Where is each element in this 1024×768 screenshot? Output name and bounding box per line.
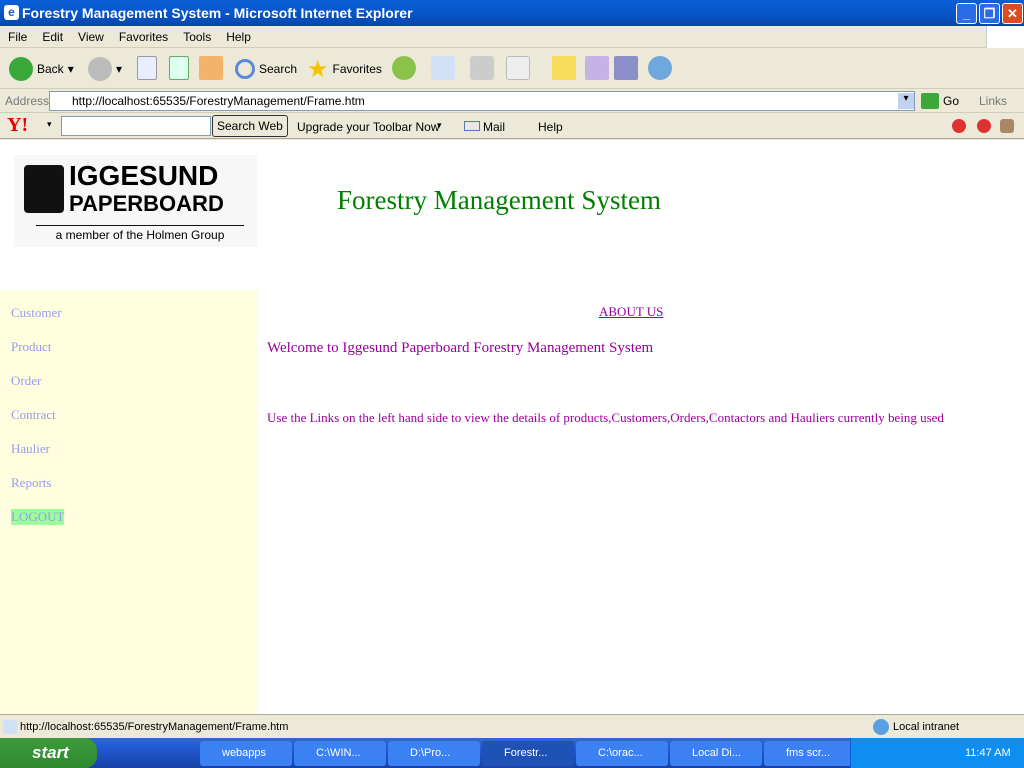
stop-icon[interactable] [137,56,157,80]
task-local-disk[interactable]: Local Di... [670,741,762,766]
task-fms-screens[interactable]: fms scr... [764,741,856,766]
mail-icon[interactable] [431,56,455,80]
start-button[interactable]: start [0,738,97,768]
messenger-icon[interactable] [648,56,672,80]
forward-button[interactable]: ▾ [88,56,122,82]
instructions-text: Use the Links on the left hand side to v… [267,410,944,425]
welcome-text: Welcome to Iggesund Paperboard Forestry … [267,340,654,356]
window-title: Forestry Management System - Microsoft I… [22,5,413,21]
restore-button[interactable]: ❐ [979,3,1000,24]
standard-toolbar: Back ▾ ▾ Search ★ Favorites [0,48,1024,89]
clock[interactable]: 11:47 AM [965,747,1011,759]
menu-edit[interactable]: Edit [34,26,70,44]
antispy-icon[interactable] [1000,119,1014,133]
sidebar-nav: Customer Product Order Contract Haulier … [0,290,258,714]
menu-help[interactable]: Help [218,26,258,44]
ie-icon: e [4,5,19,20]
refresh-icon[interactable] [169,56,189,80]
onenote-icon[interactable] [585,56,609,80]
task-cmd-windows[interactable]: C:\WIN... [294,741,386,766]
yahoo-help-button[interactable]: Help [538,120,563,134]
address-input[interactable]: http://localhost:65535/ForestryManagemen… [49,91,915,111]
nav-product[interactable]: Product [11,339,51,355]
note-icon[interactable] [552,56,576,80]
edit-icon[interactable] [506,56,530,80]
task-forestry-ie[interactable]: Forestr... [482,741,574,766]
windows-logo-icon [986,26,1024,48]
history-icon[interactable] [392,56,416,80]
search-web-button[interactable]: Search Web [212,115,288,137]
links-button[interactable]: Links [979,94,1007,108]
yahoo-toolbar: Y! ▾ Search Web Upgrade your Toolbar Now… [0,113,1024,139]
yahoo-logo[interactable]: Y! [7,114,28,137]
back-arrow-icon [9,57,33,81]
upgrade-toolbar-button[interactable]: Upgrade your Toolbar Now [297,120,440,134]
intranet-icon [873,719,889,735]
task-d-pro[interactable]: D:\Pro... [388,741,480,766]
print-icon[interactable] [470,56,494,80]
task-webapps[interactable]: webapps [200,741,292,766]
mail-envelope-icon [464,121,480,131]
close-button[interactable]: ✕ [1002,3,1023,24]
favorites-button[interactable]: ★ Favorites [307,55,382,83]
page-content: IGGESUND PAPERBOARD a member of the Holm… [0,140,1024,714]
go-arrow-icon[interactable] [921,93,939,109]
nav-contract[interactable]: Contract [11,407,56,423]
nav-haulier[interactable]: Haulier [11,441,50,457]
back-button[interactable]: Back ▾ [9,56,74,82]
nav-customer[interactable]: Customer [11,305,62,321]
taskbar: start webapps C:\WIN... D:\Pro... Forest… [0,738,1024,768]
menu-favorites[interactable]: Favorites [111,26,175,44]
nav-order[interactable]: Order [11,373,41,389]
search-icon [235,59,255,79]
minimize-button[interactable]: _ [956,3,977,24]
search-button[interactable]: Search [235,56,297,82]
crown-emblem-icon [24,165,64,213]
iggesund-logo: IGGESUND PAPERBOARD a member of the Holm… [14,155,257,247]
home-icon[interactable] [199,56,223,80]
zone-label: Local intranet [893,721,960,733]
menu-file[interactable]: File [0,26,34,44]
go-button[interactable]: Go [943,94,959,108]
status-bar: http://localhost:65535/ForestryManagemen… [0,714,1024,738]
page-icon [3,720,17,734]
forward-arrow-icon [88,57,112,81]
menu-bar: File Edit View Favorites Tools Help [0,26,1024,48]
nav-reports[interactable]: Reports [11,475,51,491]
menu-tools[interactable]: Tools [175,26,218,44]
address-label: Address [5,94,50,108]
system-tray: 11:47 AM [850,738,1024,768]
address-dropdown[interactable]: ▾ [898,93,914,109]
nav-logout[interactable]: LOGOUT [11,509,65,525]
task-cmd-oracle[interactable]: C:\orac... [576,741,668,766]
popup-blocker-icon[interactable] [952,119,966,133]
research-icon[interactable] [614,56,638,80]
block-icon[interactable] [977,119,991,133]
about-us-link[interactable]: ABOUT US [599,304,663,320]
yahoo-mail-button[interactable]: Mail [483,120,505,134]
menu-view[interactable]: View [70,26,111,44]
title-bar: e Forestry Management System - Microsoft… [0,0,1024,26]
star-icon: ★ [307,55,329,83]
status-url: http://localhost:65535/ForestryManagemen… [20,721,289,733]
page-title: Forestry Management System [337,185,661,215]
yahoo-search-input[interactable] [61,116,211,136]
address-bar: Address http://localhost:65535/ForestryM… [0,89,1024,113]
